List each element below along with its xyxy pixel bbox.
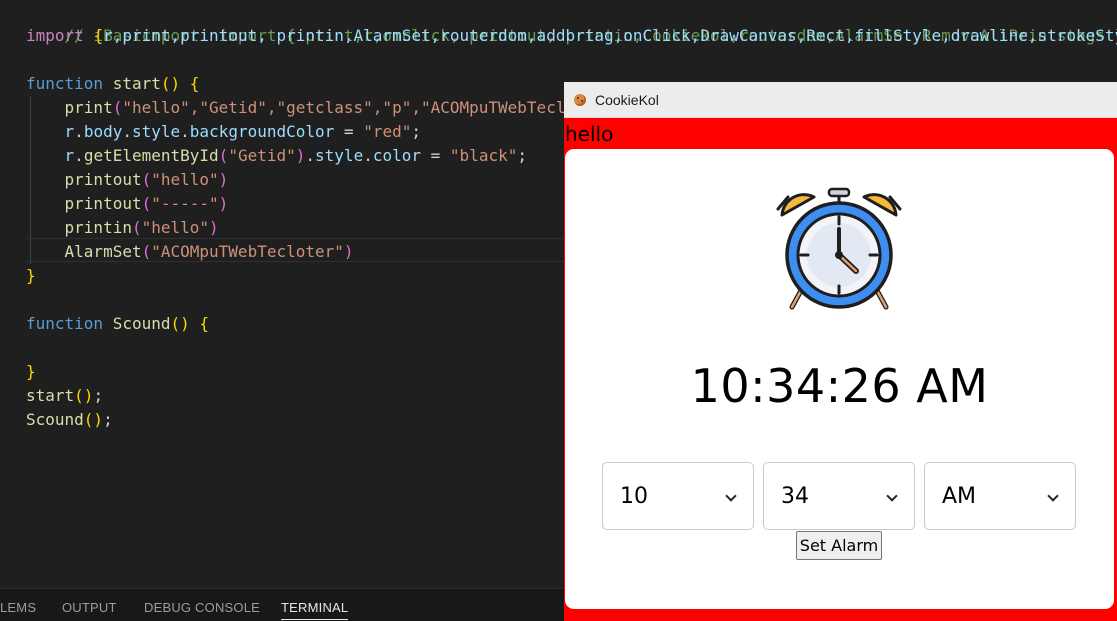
import-names: r,print,printout, printin,AlarmSet,route…: [103, 26, 1117, 45]
token: style: [315, 146, 364, 165]
token: "black": [449, 146, 518, 165]
chevron-down-icon: [1047, 490, 1059, 502]
code-line-2[interactable]: import {r,print,printout, printin,AlarmS…: [26, 24, 1117, 48]
cookiekol-window: CookieKol hello 10:34:26 AM 10 34 AM Set…: [564, 82, 1117, 621]
minute-select[interactable]: 34: [763, 462, 915, 530]
token: body: [83, 122, 123, 141]
code-line-17[interactable]: start();: [26, 384, 103, 408]
hello-text: hello: [565, 122, 614, 146]
code-line-4[interactable]: function start() {: [26, 72, 199, 96]
token: "-----": [151, 194, 219, 213]
code-line-9[interactable]: printout("-----"): [26, 192, 229, 216]
code-line-1[interactable]: // iBasicmport import { print,r,onclick,…: [26, 0, 1117, 45]
ampm-select[interactable]: AM: [924, 462, 1076, 530]
hour-value: 10: [620, 484, 648, 509]
print-args: "hello","Getid","getclass","p","ACOMpuTW…: [122, 98, 566, 117]
ampm-value: AM: [942, 484, 977, 509]
token: "hello": [151, 170, 219, 189]
tab-output[interactable]: OUTPUT: [62, 600, 117, 615]
minute-value: 34: [781, 484, 809, 509]
token: function: [26, 314, 104, 333]
chevron-down-icon: [725, 490, 737, 502]
alarm-card: 10:34:26 AM 10 34 AM Set Alarm: [565, 149, 1114, 609]
cookie-icon: [574, 94, 586, 106]
code-line-18[interactable]: Scound();: [26, 408, 113, 432]
import-keyword: import: [26, 26, 84, 45]
token: printin: [64, 218, 132, 237]
token: backgroundColor: [189, 122, 335, 141]
code-line-7[interactable]: r.getElementById("Getid").style.color = …: [26, 144, 527, 168]
code-line-5[interactable]: print("hello","Getid","getclass","p","AC…: [26, 96, 566, 120]
chevron-down-icon: [886, 490, 898, 502]
window-titlebar[interactable]: CookieKol: [564, 82, 1117, 118]
code-line-14[interactable]: function Scound() {: [26, 312, 209, 336]
code-line-16[interactable]: }: [26, 360, 36, 384]
tab-terminal[interactable]: TERMINAL: [281, 600, 349, 620]
code-line-12[interactable]: }: [26, 264, 36, 288]
token: style: [131, 122, 181, 141]
code-line-11[interactable]: AlarmSet("ACOMpuTWebTecloter"): [26, 240, 354, 264]
tab-problems[interactable]: LEMS: [0, 600, 36, 615]
function-keyword: function: [26, 74, 104, 93]
token: getElementById: [83, 146, 219, 165]
hour-select[interactable]: 10: [602, 462, 754, 530]
token: AlarmSet: [64, 242, 142, 261]
current-time: 10:34:26 AM: [690, 359, 989, 413]
token: "hello": [141, 218, 210, 237]
function-name: start: [112, 74, 161, 93]
token: "red": [363, 122, 412, 141]
token: printout: [64, 194, 142, 213]
token: color: [372, 146, 422, 165]
token: printout: [64, 170, 142, 189]
token: r: [64, 122, 75, 141]
code-line-10[interactable]: printin("hello"): [26, 216, 219, 240]
token: "Getid": [228, 146, 296, 165]
function-name: Scound: [112, 314, 171, 333]
token: r: [64, 146, 75, 165]
alarm-clock-icon: [776, 187, 902, 310]
token: start: [26, 386, 75, 405]
token: Scound: [26, 410, 84, 429]
call-print: print: [64, 98, 113, 117]
set-alarm-button[interactable]: Set Alarm: [796, 531, 882, 560]
window-title: CookieKol: [595, 92, 659, 108]
code-line-8[interactable]: printout("hello"): [26, 168, 229, 192]
tab-debug-console[interactable]: DEBUG CONSOLE: [144, 600, 260, 615]
token: "ACOMpuTWebTecloter": [151, 242, 344, 261]
code-line-6[interactable]: r.body.style.backgroundColor = "red";: [26, 120, 421, 144]
